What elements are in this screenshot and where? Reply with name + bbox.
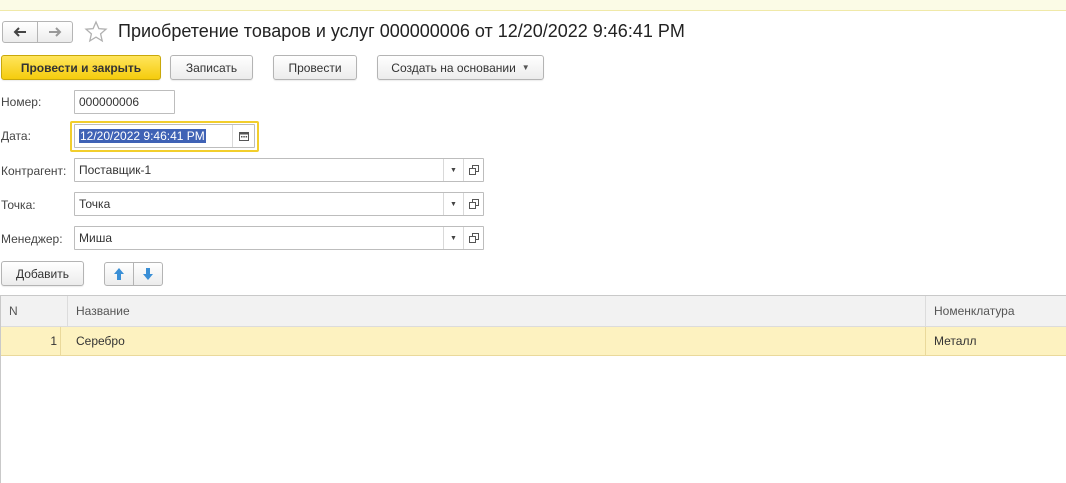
manager-value: Миша [79,231,112,245]
open-icon [468,165,479,175]
manager-field[interactable]: Миша ▼ [74,226,484,250]
add-row-label: Добавить [15,266,70,281]
post-button[interactable]: Провести [273,55,357,80]
counterparty-label: Контрагент: [1,164,67,178]
favorite-button[interactable] [84,20,108,47]
point-field[interactable]: Точка ▼ [74,192,484,216]
open-icon [468,199,479,209]
point-label: Точка: [1,198,36,212]
column-header-n[interactable]: N [1,296,68,326]
star-icon [84,20,108,43]
move-down-icon [143,268,153,280]
back-button[interactable] [2,21,38,43]
open-button[interactable] [463,193,483,215]
counterparty-value: Поставщик-1 [79,163,152,177]
write-label: Записать [185,60,238,75]
chevron-down-icon: ▼ [521,63,530,72]
open-button[interactable] [463,227,483,249]
open-button[interactable] [463,159,483,181]
move-down-button[interactable] [133,262,163,286]
goods-table[interactable]: N Название Номенклатура 1 Серебро Металл [0,295,1066,483]
post-and-close-button[interactable]: Провести и закрыть [1,55,161,80]
add-row-button[interactable]: Добавить [1,261,84,286]
post-label: Провести [288,60,342,75]
number-value: 000000006 [79,95,140,109]
date-value: 12/20/2022 9:46:41 PM [79,129,206,143]
table-header: N Название Номенклатура [1,296,1066,327]
dropdown-icon[interactable]: ▼ [443,193,463,215]
cell-nomenclature: Металл [934,334,977,348]
counterparty-field[interactable]: Поставщик-1 ▼ [74,158,484,182]
date-field[interactable]: 12/20/2022 9:46:41 PM [74,124,255,148]
write-button[interactable]: Записать [170,55,253,80]
top-info-strip [0,0,1066,11]
open-icon [468,233,479,243]
column-header-name[interactable]: Название [68,296,926,326]
dropdown-icon[interactable]: ▼ [443,227,463,249]
calendar-button[interactable] [232,125,254,147]
forward-arrow-icon [49,27,62,37]
dropdown-icon[interactable]: ▼ [443,159,463,181]
cell-n: 1 [1,327,61,355]
point-value: Точка [79,197,111,211]
move-up-icon [114,268,124,280]
cell-name: Серебро [68,327,926,355]
back-arrow-icon [13,27,26,37]
move-buttons [104,262,163,286]
number-field[interactable]: 000000006 [74,90,175,114]
column-header-nomenclature[interactable]: Номенклатура [926,296,1066,326]
create-based-on-label: Создать на основании [391,60,516,75]
date-label: Дата: [1,129,31,143]
calendar-icon [238,132,249,141]
post-and-close-label: Провести и закрыть [20,60,142,75]
table-row[interactable]: 1 Серебро Металл [1,327,1066,356]
number-label: Номер: [1,95,42,109]
forward-button[interactable] [37,21,73,43]
manager-label: Менеджер: [1,232,63,246]
create-based-on-button[interactable]: Создать на основании ▼ [377,55,544,80]
history-nav [2,21,73,43]
window-title: Приобретение товаров и услуг 000000006 о… [118,21,685,41]
move-up-button[interactable] [104,262,134,286]
